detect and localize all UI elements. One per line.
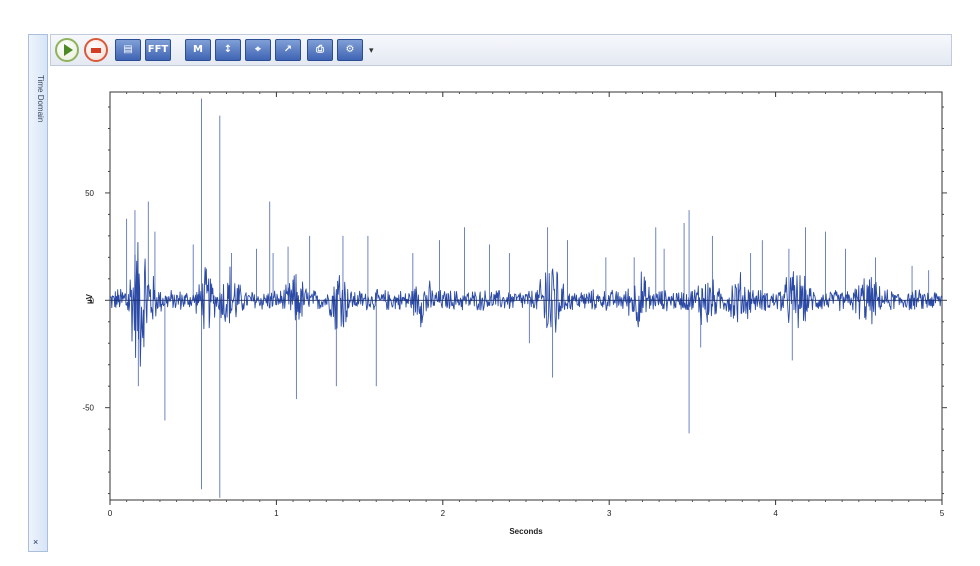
y-axis-label: µV (85, 293, 94, 304)
x-tick-label: 3 (607, 509, 612, 518)
waveform-line (109, 242, 943, 367)
y-tick-label: 50 (85, 189, 94, 198)
x-tick-label: 4 (773, 509, 778, 518)
x-axis-label: Seconds (509, 527, 543, 536)
x-tick-label: 5 (940, 509, 945, 518)
y-tick-label: -50 (82, 404, 94, 413)
time-domain-window: Time Domain × ▤ FFT M ↕ ⌖ ↗ ⎙ ⚙ ▾ 012345… (0, 0, 980, 566)
signal-plot: 0 1 2 3 4 5500-50 Seconds µV (82, 91, 947, 536)
signal-trace (109, 98, 943, 498)
x-tick-label: 2 (441, 509, 446, 518)
x-tick-label: 0 (108, 509, 113, 518)
x-tick-label: 1 (274, 509, 279, 518)
